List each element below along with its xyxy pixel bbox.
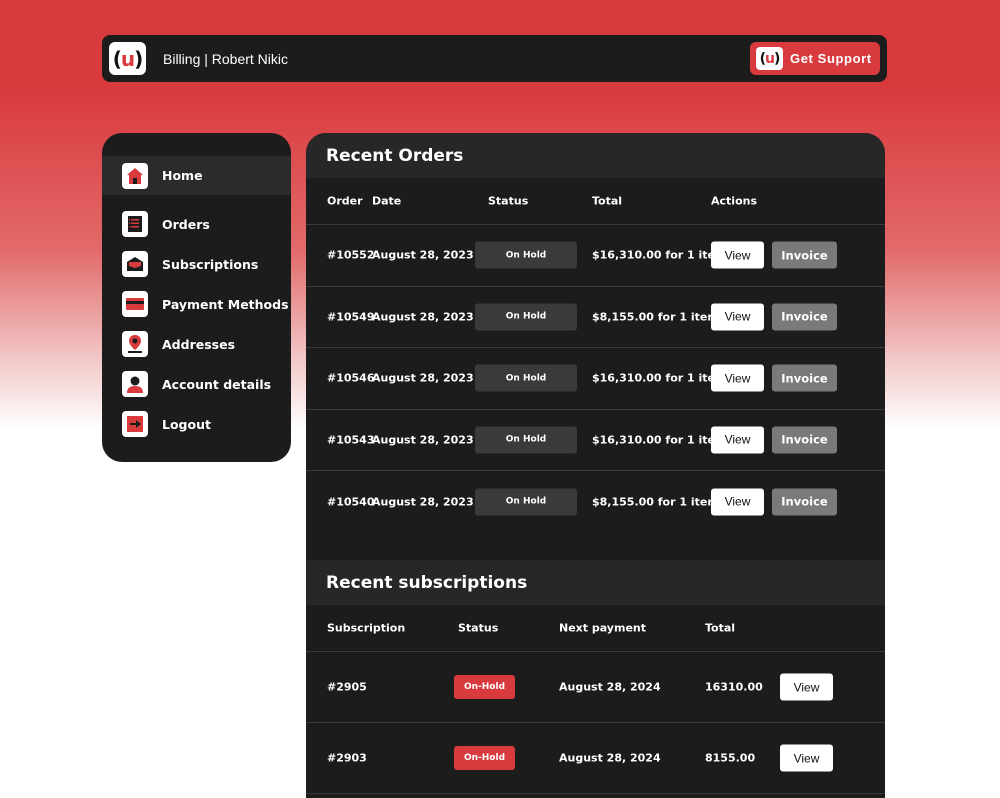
sidebar-item-label: Payment Methods [162,296,289,312]
logo[interactable]: (u) [109,42,146,75]
recent-subscriptions-title: Recent subscriptions [306,560,885,605]
get-support-label: Get Support [790,51,872,66]
view-button[interactable]: View [711,364,764,392]
order-total: $16,310.00 for 1 item [592,433,727,447]
orders-table-header: Order Date Status Total Actions [306,178,885,225]
home-icon [122,162,148,189]
table-row: #10549 August 28, 2023 On Hold $8,155.00… [306,287,885,348]
order-date: August 28, 2023 [372,310,474,324]
column-header-actions: Actions [711,194,757,208]
payment-card-icon [122,291,148,317]
orders-icon [122,211,148,237]
order-date: August 28, 2023 [372,495,474,509]
order-date: August 28, 2023 [372,248,474,262]
order-number[interactable]: #10540 [327,495,375,508]
status-badge: On Hold [475,426,577,454]
table-row: #2905 On-Hold August 28, 2024 16310.00 V… [306,652,885,723]
table-row: #10552 August 28, 2023 On Hold $16,310.0… [306,225,885,287]
subscription-total: 16310.00 [705,680,763,694]
logout-icon [122,411,148,437]
sidebar-item-label: Logout [162,416,211,432]
sidebar-item-addresses[interactable]: Addresses [102,324,291,364]
top-bar: (u) Billing | Robert Nikic (u) Get Suppo… [102,35,887,82]
sidebar-item-label: Subscriptions [162,256,259,272]
column-header-date: Date [372,194,402,208]
sidebar-item-label: Account details [162,376,272,392]
status-badge: On Hold [475,364,577,392]
table-row: #10540 August 28, 2023 On Hold $8,155.00… [306,471,885,533]
order-total: $8,155.00 for 1 item [592,310,719,324]
view-button[interactable]: View [780,673,833,701]
status-badge: On Hold [475,488,577,516]
main-panel: Recent Orders Order Date Status Total Ac… [306,133,885,798]
column-header-total: Total [592,194,623,208]
order-number[interactable]: #10552 [327,249,375,262]
order-total: $16,310.00 for 1 item [592,248,727,262]
view-button[interactable]: View [711,426,764,454]
sidebar-item-payment-methods[interactable]: Payment Methods [102,284,291,324]
order-total: $16,310.00 for 1 item [592,371,727,385]
subscriptions-table: Subscription Status Next payment Total #… [306,605,885,794]
subscription-total: 8155.00 [705,751,756,765]
table-row: #2903 On-Hold August 28, 2024 8155.00 Vi… [306,723,885,794]
sidebar-item-label: Addresses [162,336,236,352]
next-payment-date: August 28, 2024 [559,680,661,694]
support-logo-icon: (u) [756,47,783,70]
invoice-button[interactable]: Invoice [772,488,837,516]
sidebar-item-label: Orders [162,216,210,232]
subscriptions-table-header: Subscription Status Next payment Total [306,605,885,652]
status-badge: On-Hold [454,675,515,699]
sidebar-nav: Home Orders Subscriptions Payment Method… [102,133,291,462]
sidebar-item-orders[interactable]: Orders [102,204,291,244]
view-button[interactable]: View [711,303,764,331]
table-row: #10546 August 28, 2023 On Hold $16,310.0… [306,348,885,410]
view-button[interactable]: View [711,488,764,516]
invoice-button[interactable]: Invoice [772,426,837,454]
next-payment-date: August 28, 2024 [559,751,661,765]
column-header-total: Total [705,621,736,635]
view-button[interactable]: View [711,241,764,269]
view-button[interactable]: View [780,744,833,772]
sidebar-item-home[interactable]: Home [102,156,291,195]
column-header-status: Status [488,194,529,208]
sidebar-item-logout[interactable]: Logout [102,404,291,444]
status-badge: On-Hold [454,746,515,770]
status-badge: On Hold [475,241,577,269]
orders-table: Order Date Status Total Actions #10552 A… [306,178,885,516]
column-header-order: Order [327,194,363,208]
invoice-button[interactable]: Invoice [772,241,837,269]
column-header-subscription: Subscription [327,621,406,635]
page-title: Billing | Robert Nikic [163,50,289,67]
order-total: $8,155.00 for 1 item [592,495,719,509]
subscriptions-icon [122,251,148,277]
invoice-button[interactable]: Invoice [772,303,837,331]
sidebar-item-label: Home [162,168,203,183]
subscription-number[interactable]: #2905 [327,681,367,694]
order-date: August 28, 2023 [372,433,474,447]
recent-orders-title: Recent Orders [306,133,885,178]
order-number[interactable]: #10549 [327,310,375,323]
order-number[interactable]: #10543 [327,433,375,446]
sidebar-item-subscriptions[interactable]: Subscriptions [102,244,291,284]
invoice-button[interactable]: Invoice [772,364,837,392]
order-number[interactable]: #10546 [327,372,375,385]
map-pin-icon [122,331,148,357]
sidebar-item-account-details[interactable]: Account details [102,364,291,404]
subscription-number[interactable]: #2903 [327,752,367,765]
column-header-next-payment: Next payment [559,621,646,635]
status-badge: On Hold [475,303,577,331]
user-icon [122,371,148,397]
get-support-button[interactable]: (u) Get Support [750,42,880,75]
order-date: August 28, 2023 [372,371,474,385]
column-header-status: Status [458,621,499,635]
table-row: #10543 August 28, 2023 On Hold $16,310.0… [306,410,885,471]
